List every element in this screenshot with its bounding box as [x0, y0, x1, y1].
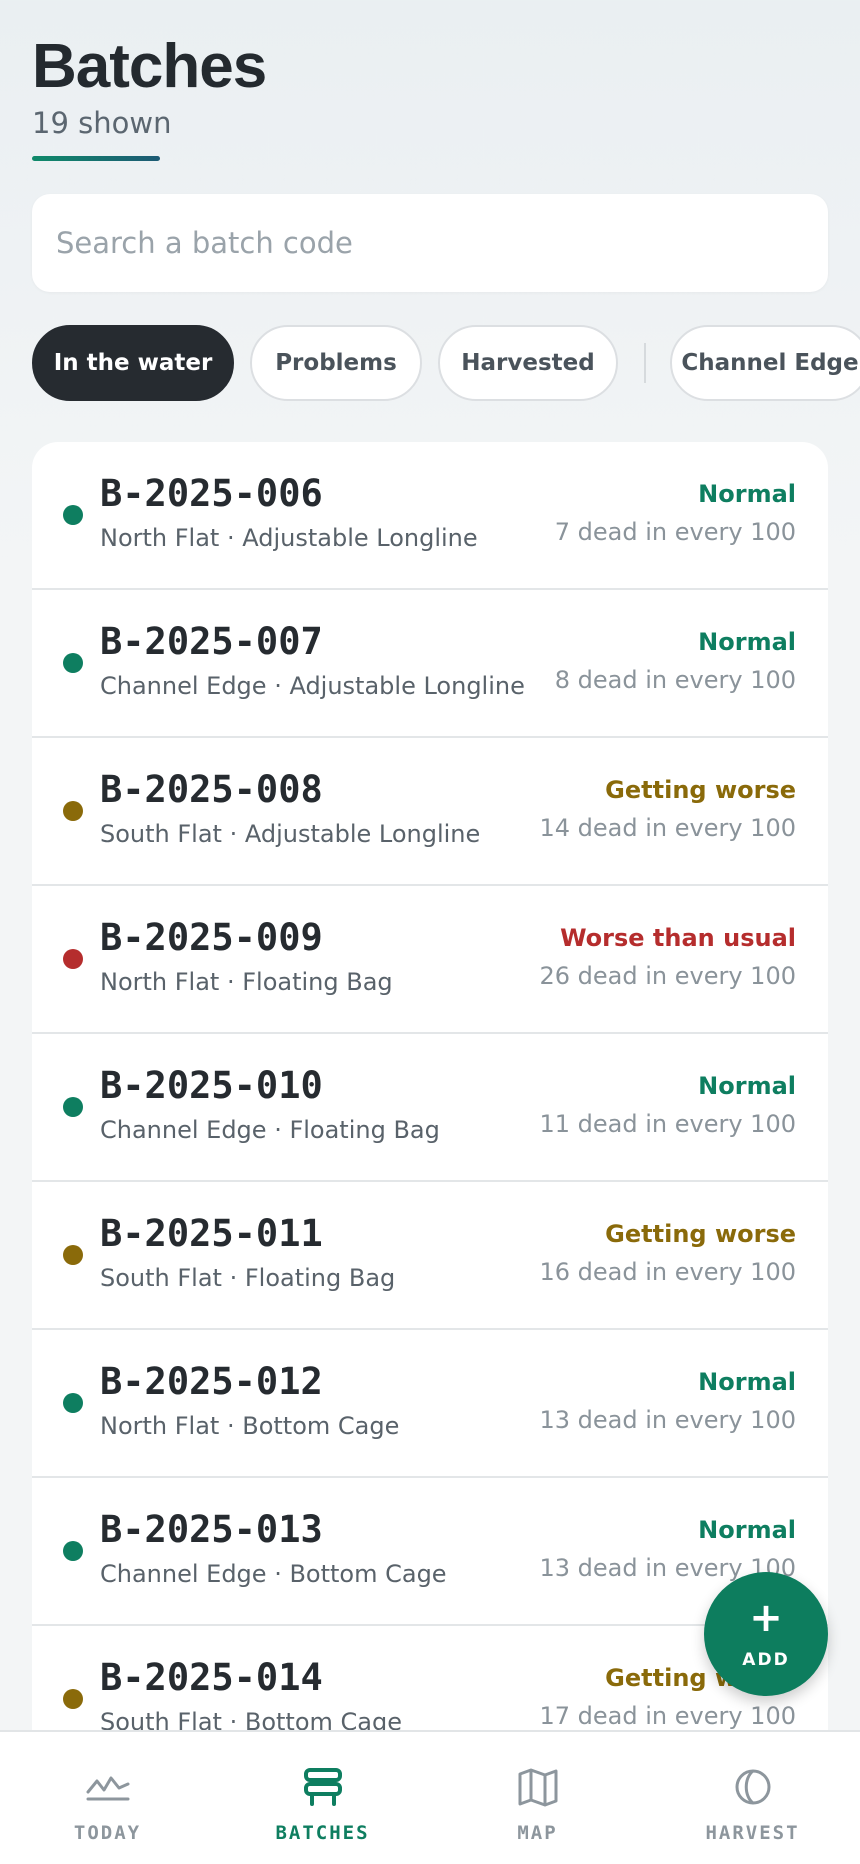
nav-tab-map[interactable]: MAP	[430, 1732, 645, 1864]
stack-icon	[303, 1768, 342, 1806]
batch-location: North Flat · Adjustable Longline	[100, 524, 478, 552]
mortality-rate: 8 dead in every 100	[554, 666, 796, 694]
mortality-rate: 26 dead in every 100	[539, 962, 797, 990]
batch-code: B-2025-010	[100, 1064, 323, 1107]
status-dot	[63, 949, 83, 969]
chip-divider	[644, 343, 646, 383]
nav-tab-batches[interactable]: BATCHES	[215, 1732, 430, 1864]
mortality-rate: 17 dead in every 100	[539, 1702, 797, 1730]
batch-location: South Flat · Floating Bag	[100, 1264, 396, 1292]
batch-code: B-2025-011	[100, 1212, 323, 1255]
page-title: Batches	[32, 32, 267, 101]
nav-label-harvest: HARVEST	[705, 1822, 800, 1844]
batch-status: Normal	[698, 480, 796, 508]
status-dot	[63, 1393, 83, 1413]
moon-icon	[735, 1769, 770, 1805]
nav-label-batches: BATCHES	[275, 1822, 370, 1844]
add-label: ADD	[742, 1650, 790, 1670]
batch-status: Getting worse	[605, 776, 796, 804]
mortality-rate: 11 dead in every 100	[539, 1110, 797, 1138]
status-dot	[63, 505, 83, 525]
batch-location: South Flat · Bottom Cage	[100, 1708, 402, 1732]
batch-list: B-2025-006 North Flat · Adjustable Longli…	[32, 442, 828, 1732]
batch-status: Normal	[698, 1072, 796, 1100]
batch-row[interactable]: B-2025-009 North Flat · Floating Bag Worse…	[32, 886, 828, 1034]
batch-code: B-2025-008	[100, 768, 323, 811]
status-dot	[63, 1245, 83, 1265]
batch-row[interactable]: B-2025-011 South Flat · Floating Bag Getti…	[32, 1182, 828, 1330]
batch-code: B-2025-009	[100, 916, 323, 959]
status-dot	[63, 801, 83, 821]
pulse-icon	[86, 1776, 129, 1801]
batch-code: B-2025-012	[100, 1360, 323, 1403]
batch-code: B-2025-007	[100, 620, 323, 663]
status-dot	[63, 1097, 83, 1117]
batch-status: Worse than usual	[560, 924, 796, 952]
nav-tab-today[interactable]: TODAY	[0, 1732, 215, 1864]
result-count: 19 shown	[32, 106, 172, 140]
filter-chip-channel-edge[interactable]: Channel Edge	[670, 325, 860, 401]
filter-chip-in-the-water[interactable]: In the water	[32, 325, 234, 401]
bottom-nav: TODAY BATCHES MAP HARVEST	[0, 1730, 860, 1864]
batch-status: Normal	[698, 1516, 796, 1544]
nav-label-today: TODAY	[73, 1822, 142, 1844]
mortality-rate: 13 dead in every 100	[539, 1406, 797, 1434]
batch-status: Getting worse	[605, 1220, 796, 1248]
batch-location: Channel Edge · Floating Bag	[100, 1116, 440, 1144]
status-dot	[63, 1689, 83, 1709]
status-dot	[63, 653, 83, 673]
add-batch-button[interactable]: + ADD	[704, 1572, 828, 1696]
batch-status: Normal	[698, 1368, 796, 1396]
batch-location: North Flat · Bottom Cage	[100, 1412, 400, 1440]
mortality-rate: 16 dead in every 100	[539, 1258, 797, 1286]
batch-location: Channel Edge · Adjustable Longline	[100, 672, 525, 700]
mortality-rate: 7 dead in every 100	[554, 518, 796, 546]
batch-row[interactable]: B-2025-008 South Flat · Adjustable Longli…	[32, 738, 828, 886]
title-underline	[32, 156, 160, 161]
batch-location: North Flat · Floating Bag	[100, 968, 393, 996]
search-input[interactable]	[32, 194, 828, 292]
batch-row[interactable]: B-2025-007 Channel Edge · Adjustable Long…	[32, 590, 828, 738]
batch-location: South Flat · Adjustable Longline	[100, 820, 481, 848]
filter-chip-harvested[interactable]: Harvested	[438, 325, 618, 401]
batch-location: Channel Edge · Bottom Cage	[100, 1560, 447, 1588]
nav-tab-harvest[interactable]: HARVEST	[645, 1732, 860, 1864]
batch-code: B-2025-013	[100, 1508, 323, 1551]
batch-row[interactable]: B-2025-013 Channel Edge · Bottom Cage Norm…	[32, 1478, 828, 1626]
batch-code: B-2025-014	[100, 1656, 323, 1699]
status-dot	[63, 1541, 83, 1561]
batch-status: Normal	[698, 628, 796, 656]
batch-code: B-2025-006	[100, 472, 323, 515]
page-header: Batches 19 shown	[32, 30, 267, 161]
mortality-rate: 14 dead in every 100	[539, 814, 797, 842]
plus-icon: +	[749, 1595, 783, 1641]
filter-chip-problems[interactable]: Problems	[250, 325, 422, 401]
filter-chips: In the water Problems Harvested Channel …	[32, 325, 860, 401]
batch-row[interactable]: B-2025-006 North Flat · Adjustable Longli…	[32, 442, 828, 590]
nav-label-map: MAP	[517, 1822, 558, 1844]
batch-row[interactable]: B-2025-012 North Flat · Bottom Cage Normal…	[32, 1330, 828, 1478]
map-icon	[518, 1768, 557, 1807]
batch-row[interactable]: B-2025-010 Channel Edge · Floating Bag Nor…	[32, 1034, 828, 1182]
search-box	[32, 194, 828, 292]
